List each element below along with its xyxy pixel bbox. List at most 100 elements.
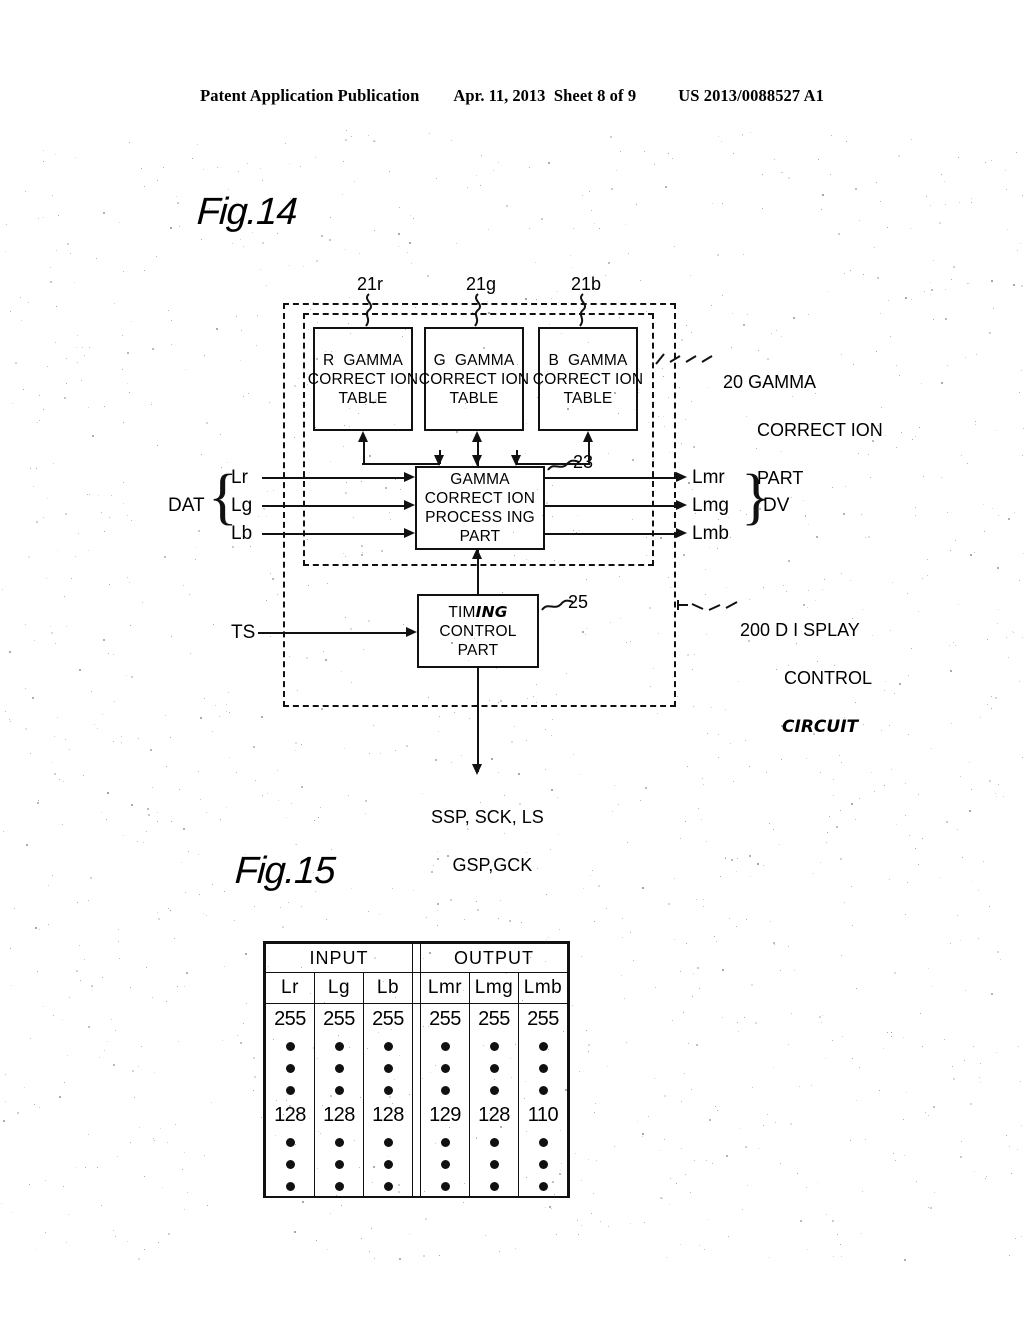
table-body: 255 255 255 255 255 255 128 128 128 129 128 110 (265, 1003, 568, 1196)
figure-15-title: Fig.15 (233, 850, 336, 892)
table-cell-value: 128 (363, 1100, 413, 1130)
table-cell-value: 128 (314, 1100, 364, 1130)
table-cell-ellipsis (420, 1130, 470, 1152)
table-group-header-row: INPUT OUTPUT (265, 943, 568, 973)
table-cell-ellipsis (518, 1078, 568, 1100)
table-row: 128 128 128 129 128 110 (265, 1100, 568, 1130)
group-header-input: INPUT (265, 943, 413, 973)
column-header-lmb: Lmb (518, 972, 568, 1004)
ellipsis-dot (285, 1160, 295, 1169)
g-gamma-line3: TABLE (449, 389, 499, 407)
ellipsis-dot (334, 1064, 344, 1073)
ellipsis-dot (285, 1182, 295, 1191)
table-cell-value: 255 (314, 1003, 364, 1034)
input-line-lg (262, 505, 410, 507)
gamma-lookup-table: INPUT OUTPUT Lr Lg Lb Lmr Lmg Lmb 255 255… (263, 941, 570, 1198)
conn-b-table-vertical (588, 441, 590, 465)
conn-r-table-horizontal (362, 463, 440, 465)
table-cell-ellipsis (469, 1056, 519, 1078)
column-header-lr: Lr (265, 972, 315, 1004)
timing-line3: PART (457, 641, 499, 659)
ellipsis-dot (489, 1042, 499, 1051)
table-cell-ellipsis (363, 1078, 413, 1100)
timing-output-line2: GSP,GCK (452, 855, 533, 875)
table-cell-ellipsis (363, 1130, 413, 1152)
ellipsis-dot (489, 1160, 499, 1169)
callout-200-line1: D I SPLAY (775, 620, 860, 640)
table-cell-ellipsis (314, 1056, 364, 1078)
ellipsis-dot (383, 1160, 393, 1169)
table-cell-ellipsis (469, 1034, 519, 1056)
table-cell-ellipsis (265, 1078, 315, 1100)
g-gamma-line2: CORRECT ION (418, 370, 530, 388)
timing-control-part: TIMING CONTROL PART (417, 594, 539, 668)
ellipsis-dot (334, 1042, 344, 1051)
ellipsis-dot (334, 1160, 344, 1169)
gamma-proc-line4: PART (459, 528, 501, 545)
b-gamma-line1: B GAMMA (548, 351, 628, 369)
table-cell-ellipsis (314, 1034, 364, 1056)
ellipsis-dot (538, 1064, 548, 1073)
ellipsis-dot (538, 1042, 548, 1051)
gamma-proc-line2: CORRECT ION (424, 490, 536, 507)
table-cell-ellipsis (265, 1130, 315, 1152)
ellipsis-dot (440, 1182, 450, 1191)
ellipsis-dot (489, 1086, 499, 1095)
callout-20-line2: CORRECT ION (757, 420, 883, 440)
callout-200-line3: CIRCUIT (782, 717, 859, 737)
gamma-correction-processing-part: GAMMA CORRECT ION PROCESS ING PART (415, 466, 545, 550)
arrow-into-proc-from-g (472, 455, 482, 466)
ellipsis-dot (489, 1138, 499, 1147)
table-cell-ellipsis (314, 1152, 364, 1174)
callout-20: 20 GAMMA CORRECT ION PART (713, 346, 883, 490)
section-divider (412, 1130, 421, 1152)
timing-output-line1: SSP, SCK, LS (431, 807, 544, 827)
output-line-lmg (545, 505, 682, 507)
sheet-number: Sheet 8 of 9 (553, 86, 637, 105)
table-row (265, 1152, 568, 1174)
ellipsis-dot (334, 1086, 344, 1095)
arrow-into-r-table (358, 431, 368, 442)
arrow-input-lb (404, 528, 415, 538)
output-line-lmr (545, 477, 682, 479)
callout-20-line1: GAMMA (748, 372, 817, 392)
table-row (265, 1078, 568, 1100)
b-gamma-line2: CORRECT ION (532, 370, 644, 388)
table-cell-ellipsis (518, 1130, 568, 1152)
input-line-lb (262, 533, 410, 535)
table-cell-value: 110 (518, 1100, 568, 1130)
arrow-timing-outputs (472, 764, 482, 775)
fig15-table-element: INPUT OUTPUT Lr Lg Lb Lmr Lmg Lmb 255 255… (265, 943, 568, 1196)
gamma-proc-line3: PROCESS ING (425, 509, 535, 526)
table-row: 255 255 255 255 255 255 (265, 1003, 568, 1034)
patent-number: US 2013/0088527 A1 (678, 86, 824, 105)
table-cell-ellipsis (265, 1034, 315, 1056)
table-row (265, 1056, 568, 1078)
arrow-input-lr (404, 472, 415, 482)
table-cell-value: 255 (518, 1003, 568, 1034)
ellipsis-dot (440, 1086, 450, 1095)
table-cell-value: 128 (469, 1100, 519, 1130)
section-divider (412, 1056, 421, 1078)
arrow-output-lmr (676, 472, 687, 482)
output-label-lmr: Lmr (692, 467, 725, 488)
g-gamma-line1: G GAMMA (433, 351, 515, 369)
section-divider (412, 1003, 421, 1034)
ellipsis-dot (383, 1064, 393, 1073)
arrow-ts-input (406, 627, 417, 637)
publication-date: Apr. 11, 2013 (453, 86, 546, 105)
section-divider (412, 943, 421, 973)
arrow-into-b-table (583, 431, 593, 442)
ellipsis-dot (334, 1182, 344, 1191)
callout-200-number: 200 (740, 620, 771, 640)
arrow-output-lmg (676, 500, 687, 510)
ellipsis-dot (334, 1138, 344, 1147)
table-cell-ellipsis (420, 1174, 470, 1196)
table-cell-value: 128 (265, 1100, 315, 1130)
table-row (265, 1174, 568, 1196)
arrow-input-lg (404, 500, 415, 510)
table-cell-ellipsis (363, 1152, 413, 1174)
ellipsis-dot (440, 1160, 450, 1169)
input-label-lr: Lr (231, 467, 248, 488)
ellipsis-dot (285, 1138, 295, 1147)
